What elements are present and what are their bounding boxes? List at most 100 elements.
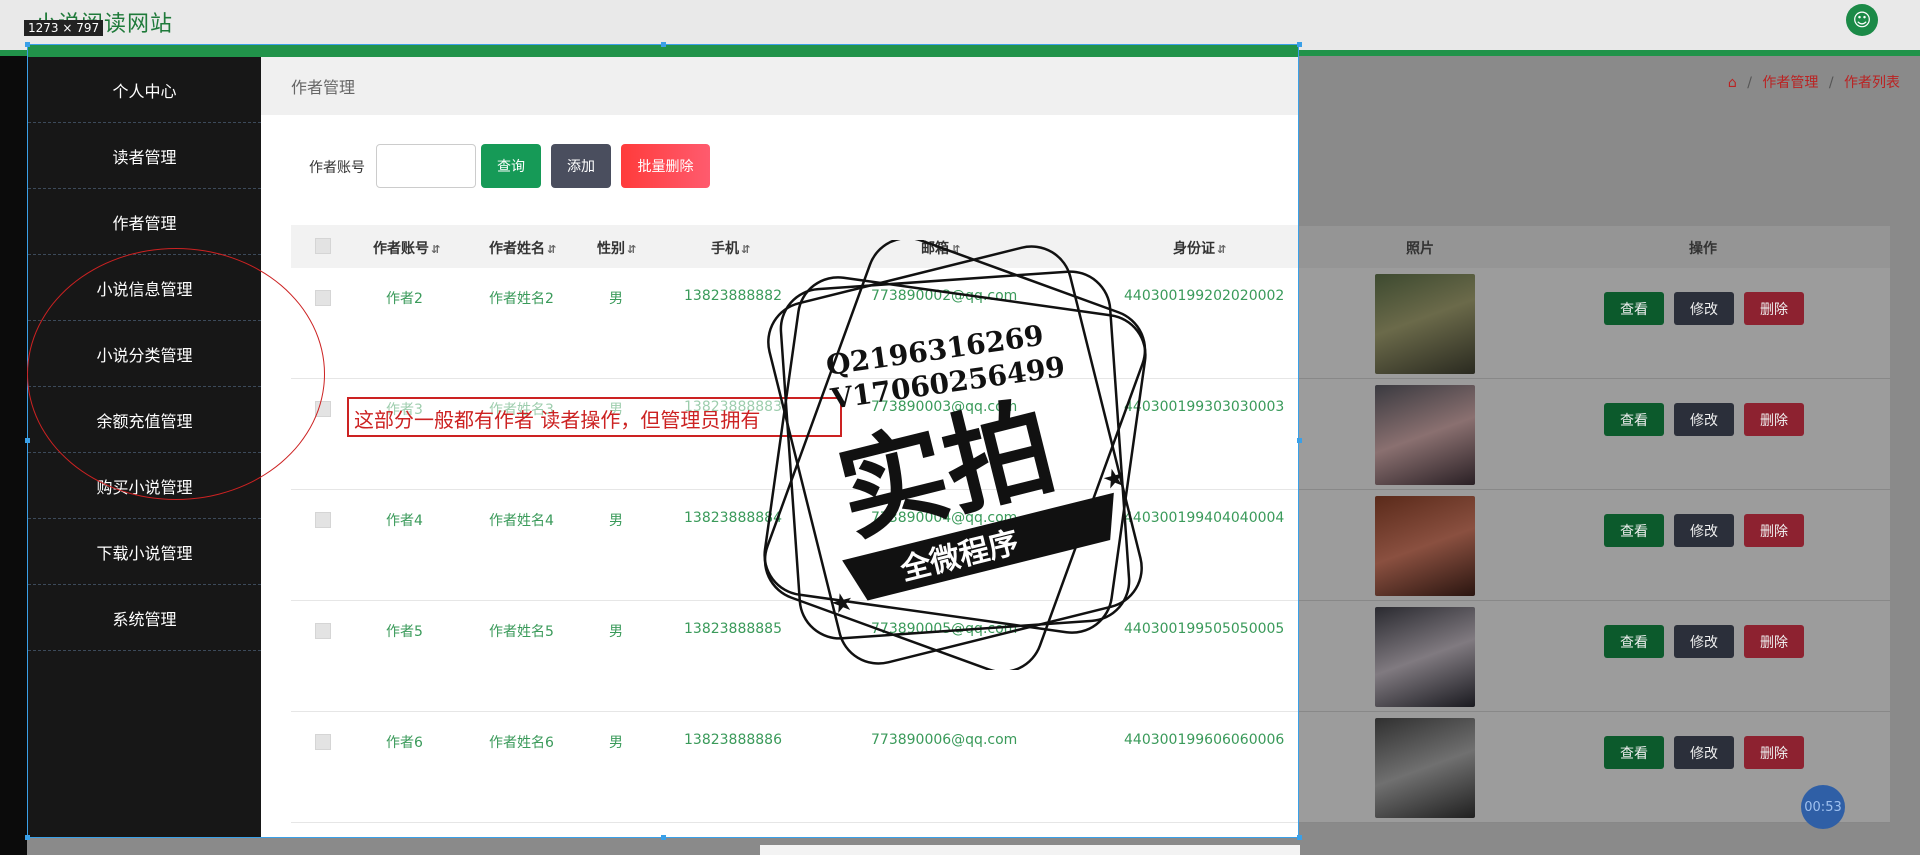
cell-email: 773890005@qq.com [871,621,1018,637]
table-row: 查看 修改 删除 [1298,490,1890,601]
cell-name: 作者姓名5 [489,624,554,640]
cell-phone: 13823888885 [684,621,782,637]
cell-gender: 男 [609,513,623,529]
breadcrumb: ⌂ / 作者管理 / 作者列表 [1727,75,1900,91]
resize-handle[interactable] [25,42,30,47]
main-content: 作者管理 作者账号 查询 添加 批量删除 作者账号 ⇵ 作者姓名 ⇵ 性别 ⇵ 手机 ⇵… [261,57,1298,837]
sidebar-item-download-novel[interactable]: 下载小说管理 [28,519,261,585]
sort-icon: ⇵ [741,243,751,256]
cell-phone: 13823888882 [684,288,782,304]
row-checkbox[interactable] [315,734,331,750]
row-checkbox[interactable] [315,623,331,639]
row-checkbox[interactable] [315,290,331,306]
recording-timer[interactable]: 00:53 [1801,785,1845,829]
view-button[interactable]: 查看 [1604,736,1664,769]
sort-icon: ⇵ [627,243,637,256]
cell-name: 作者姓名6 [489,735,554,751]
edit-button[interactable]: 修改 [1674,403,1734,436]
resize-handle[interactable] [1297,42,1302,47]
row-checkbox[interactable] [315,512,331,528]
table-row: 作者2 作者姓名2 男 13823888882 773890002@qq.com… [291,268,1298,379]
cell-gender: 男 [609,624,623,640]
table-header: 作者账号 ⇵ 作者姓名 ⇵ 性别 ⇵ 手机 ⇵ 邮箱 ⇵ 身份证 ⇵ [291,225,1298,268]
view-button[interactable]: 查看 [1604,403,1664,436]
edit-button[interactable]: 修改 [1674,625,1734,658]
annotation-text: 这部分一般都有作者 读者操作，但管理员拥有 [354,408,761,432]
breadcrumb-item: 作者列表 [1844,75,1900,91]
author-account-input[interactable] [376,144,476,188]
home-icon[interactable]: ⌂ [1728,75,1737,91]
view-button[interactable]: 查看 [1604,625,1664,658]
delete-button[interactable]: 删除 [1744,736,1804,769]
background-sidebar [0,56,27,855]
column-header-email[interactable]: 邮箱 ⇵ [921,238,960,258]
delete-button[interactable]: 删除 [1744,625,1804,658]
cell-id-card: 440300199202020002 [1124,288,1285,304]
column-header-phone[interactable]: 手机 ⇵ [711,238,750,258]
cell-account: 作者5 [386,624,423,640]
page-header: 作者管理 [261,57,1298,115]
author-photo [1375,496,1475,596]
screenshot-toolbar[interactable] [760,845,1300,855]
edit-button[interactable]: 修改 [1674,514,1734,547]
table-header-right: 照片 操作 [1298,226,1890,268]
delete-button[interactable]: 删除 [1744,292,1804,325]
add-button[interactable]: 添加 [551,144,611,188]
breadcrumb-item[interactable]: 作者管理 [1762,75,1818,91]
view-button[interactable]: 查看 [1604,292,1664,325]
table-row: 查看 修改 删除 [1298,601,1890,712]
table-row: 查看 修改 删除 [1298,379,1890,490]
resize-handle[interactable] [25,438,30,443]
author-photo [1375,274,1475,374]
sort-icon: ⇵ [431,243,441,256]
sidebar-item-reader-management[interactable]: 读者管理 [28,123,261,189]
column-header-gender[interactable]: 性别 ⇵ [597,238,636,258]
cell-email: 773890004@qq.com [871,510,1018,526]
delete-button[interactable]: 删除 [1744,514,1804,547]
cell-phone: 13823888884 [684,510,782,526]
author-photo [1375,607,1475,707]
table-right-part: 照片 操作 查看 修改 删除 查看 修改 删除 查看 修改 删除 查看 修改 删… [1298,226,1890,823]
page-title: 作者管理 [291,78,356,97]
column-header-id-card[interactable]: 身份证 ⇵ [1173,238,1226,258]
select-all-checkbox[interactable] [315,238,331,254]
query-button[interactable]: 查询 [481,144,541,188]
cell-account: 作者2 [386,291,423,307]
author-table: 作者账号 ⇵ 作者姓名 ⇵ 性别 ⇵ 手机 ⇵ 邮箱 ⇵ 身份证 ⇵ 作者2 作者姓名2 男… [291,225,1298,825]
resize-handle[interactable] [1297,835,1302,840]
batch-delete-button[interactable]: 批量删除 [621,144,710,188]
sidebar-item-author-management[interactable]: 作者管理 [28,189,261,255]
column-header-photo: 照片 [1406,241,1434,257]
cell-account: 作者6 [386,735,423,751]
column-header-account[interactable]: 作者账号 ⇵ [373,238,440,258]
cell-id-card: 440300199404040004 [1124,510,1285,526]
cell-gender: 男 [609,735,623,751]
resize-handle[interactable] [25,835,30,840]
resize-handle[interactable] [661,42,666,47]
column-header-actions: 操作 [1689,241,1717,257]
user-avatar-icon[interactable]: ☺ [1846,4,1878,36]
cell-name: 作者姓名2 [489,291,554,307]
cell-id-card: 440300199505050005 [1124,621,1285,637]
resize-handle[interactable] [1297,438,1302,443]
app-header: 小说阅读网站 ☺ [0,0,1920,50]
sidebar-item-personal-center[interactable]: 个人中心 [28,57,261,123]
selection-size-label: 1273 × 797 [24,20,104,36]
sort-icon: ⇵ [951,243,961,256]
delete-button[interactable]: 删除 [1744,403,1804,436]
sort-icon: ⇵ [1217,243,1227,256]
resize-handle[interactable] [661,835,666,840]
annotation-circle [27,248,325,500]
table-row: 作者6 作者姓名6 男 13823888886 773890006@qq.com… [291,712,1298,823]
edit-button[interactable]: 修改 [1674,736,1734,769]
table-row: 作者4 作者姓名4 男 13823888884 773890004@qq.com… [291,490,1298,601]
cell-email: 773890003@qq.com [871,399,1018,415]
table-row: 作者5 作者姓名5 男 13823888885 773890005@qq.com… [291,601,1298,712]
cell-id-card: 440300199606060006 [1124,732,1285,748]
author-photo [1375,385,1475,485]
column-header-name[interactable]: 作者姓名 ⇵ [489,238,556,258]
view-button[interactable]: 查看 [1604,514,1664,547]
sidebar-item-system[interactable]: 系统管理 [28,585,261,651]
cell-phone: 13823888886 [684,732,782,748]
edit-button[interactable]: 修改 [1674,292,1734,325]
